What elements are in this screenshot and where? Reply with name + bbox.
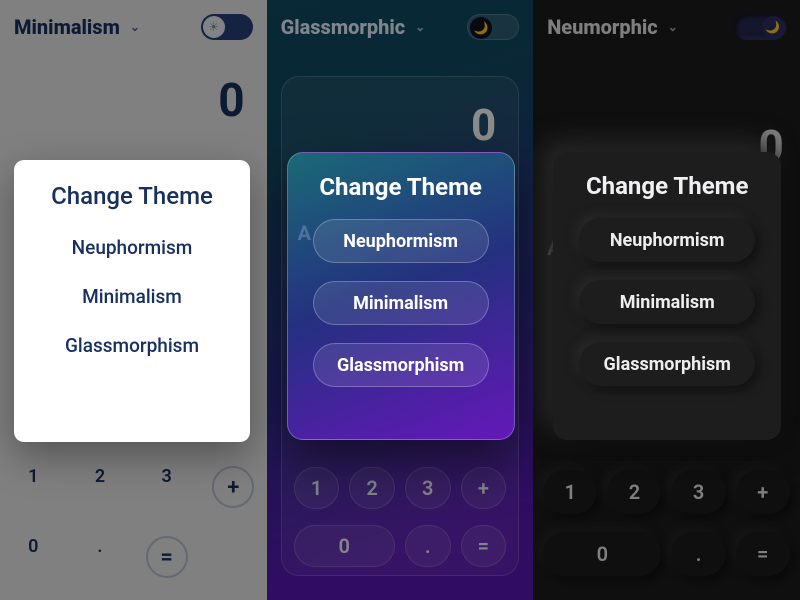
key-0[interactable]: 0	[0, 536, 67, 578]
chevron-down-icon: ⌄	[415, 20, 425, 34]
change-theme-modal: Change Theme Neuphormism Minimalism Glas…	[14, 160, 250, 442]
chevron-down-icon: ⌄	[130, 20, 140, 34]
plus-icon: +	[212, 466, 254, 508]
theme-option-glassmorphism[interactable]: Glassmorphism	[65, 334, 199, 357]
key-0[interactable]: 0	[294, 525, 395, 567]
modal-title: Change Theme	[51, 182, 213, 210]
key-3[interactable]: 3	[671, 470, 725, 514]
key-equals[interactable]: =	[736, 532, 790, 576]
key-2[interactable]: 2	[607, 470, 661, 514]
modal-title: Change Theme	[319, 173, 481, 201]
key-dot[interactable]: .	[67, 536, 134, 578]
theme-dropdown[interactable]: Minimalism ⌄	[14, 15, 140, 39]
theme-option-minimalism[interactable]: Minimalism	[82, 285, 182, 308]
key-equals[interactable]: =	[461, 525, 507, 567]
key-dot[interactable]: .	[405, 525, 451, 567]
sun-icon: ☀	[203, 16, 225, 38]
panel-neumorphic: Neumorphic ⌄ 🌙 0 A 1 2 3 + 0 . = Change …	[533, 0, 800, 600]
header: Neumorphic ⌄ 🌙	[533, 0, 800, 48]
theme-option-neuphormism[interactable]: Neuphormism	[579, 218, 755, 262]
calc-display: 0	[0, 48, 267, 128]
key-plus[interactable]: +	[200, 466, 267, 508]
modal-title: Change Theme	[586, 172, 748, 200]
keypad-bottom: 1 2 3 + 0 . =	[543, 470, 790, 576]
three-theme-showcase: Minimalism ⌄ ☀ 0 1 2 3 + 0 . = Change Th…	[0, 0, 800, 600]
panel-glassmorphic: Glassmorphic ⌄ 🌙 0 A 1 2 3 + 0 . = Chang…	[267, 0, 534, 600]
key-dot[interactable]: .	[671, 532, 725, 576]
theme-option-glassmorphism[interactable]: Glassmorphism	[313, 343, 489, 387]
key-0[interactable]: 0	[543, 532, 661, 576]
dark-mode-toggle[interactable]: 🌙	[467, 14, 519, 40]
chevron-down-icon: ⌄	[668, 20, 678, 34]
key-2[interactable]: 2	[349, 467, 395, 509]
theme-name: Neumorphic	[547, 15, 658, 39]
theme-name: Minimalism	[14, 15, 120, 39]
theme-option-minimalism[interactable]: Minimalism	[313, 281, 489, 325]
calc-display: 0	[282, 77, 519, 151]
theme-name: Glassmorphic	[281, 15, 406, 39]
theme-option-minimalism[interactable]: Minimalism	[579, 280, 755, 324]
key-1[interactable]: 1	[294, 467, 340, 509]
key-plus[interactable]: +	[461, 467, 507, 509]
theme-dropdown[interactable]: Glassmorphic ⌄	[281, 15, 426, 39]
theme-option-neuphormism[interactable]: Neuphormism	[72, 236, 193, 259]
change-theme-modal: Change Theme Neuphormism Minimalism Glas…	[287, 152, 515, 440]
header: Minimalism ⌄ ☀	[0, 0, 267, 48]
dark-mode-toggle[interactable]: 🌙	[734, 14, 786, 40]
key-equals[interactable]: =	[133, 536, 200, 578]
theme-dropdown[interactable]: Neumorphic ⌄	[547, 15, 678, 39]
change-theme-modal: Change Theme Neuphormism Minimalism Glas…	[553, 152, 781, 440]
theme-option-neuphormism[interactable]: Neuphormism	[313, 219, 489, 263]
theme-option-glassmorphism[interactable]: Glassmorphism	[579, 342, 755, 386]
panel-minimalism: Minimalism ⌄ ☀ 0 1 2 3 + 0 . = Change Th…	[0, 0, 267, 600]
header: Glassmorphic ⌄ 🌙	[267, 0, 534, 48]
key-3[interactable]: 3	[133, 466, 200, 508]
key-empty	[200, 536, 267, 578]
moon-icon: 🌙	[470, 17, 492, 39]
keypad-bottom: 1 2 3 + 0 . =	[0, 466, 267, 578]
moon-icon: 🌙	[762, 16, 784, 38]
key-1[interactable]: 1	[543, 470, 597, 514]
key-3[interactable]: 3	[405, 467, 451, 509]
keypad-bottom: 1 2 3 + 0 . =	[294, 467, 507, 567]
key-plus[interactable]: +	[736, 470, 790, 514]
key-1[interactable]: 1	[0, 466, 67, 508]
dark-mode-toggle[interactable]: ☀	[201, 14, 253, 40]
key-2[interactable]: 2	[67, 466, 134, 508]
equals-icon: =	[146, 536, 188, 578]
